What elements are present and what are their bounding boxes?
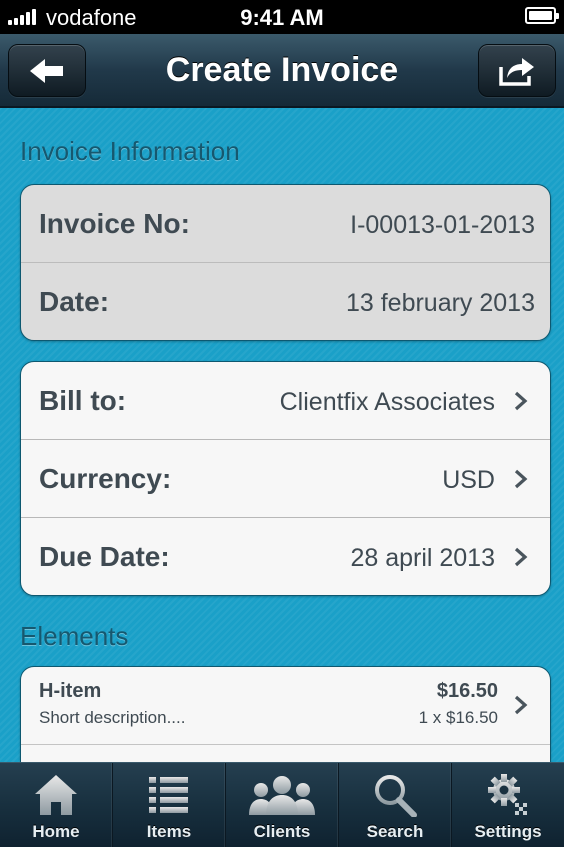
tab-search[interactable]: Search xyxy=(339,763,452,847)
bill-to-row[interactable]: Bill to: Clientfix Associates xyxy=(21,362,550,440)
tab-items[interactable]: Items xyxy=(113,763,226,847)
bill-to-value: Clientfix Associates xyxy=(279,388,495,416)
chevron-right-icon xyxy=(514,469,528,489)
elements-card: H-item Short description.... $16.50 1 x … xyxy=(20,666,551,762)
item-description: Short description.... xyxy=(39,708,186,727)
invoice-details-card: Bill to: Clientfix Associates Currency: … xyxy=(20,361,551,596)
section-title-invoice-information: Invoice Information xyxy=(20,136,240,166)
home-icon xyxy=(35,775,77,815)
tab-label-search: Search xyxy=(366,822,424,841)
status-bar: vodafone 9:41 AM xyxy=(0,0,564,34)
item-amount: $16.50 xyxy=(436,680,498,702)
item-quantity: 1 x $16.50 xyxy=(418,708,498,727)
due-date-label: Due Date: xyxy=(39,541,170,572)
item-title: H-item xyxy=(39,680,102,702)
status-time: 9:41 AM xyxy=(240,5,324,30)
content-area: Invoice Information Invoice No: I-00013-… xyxy=(0,108,564,762)
date-value: 13 february 2013 xyxy=(345,289,535,317)
chevron-right-icon xyxy=(514,547,528,567)
tab-label-settings: Settings xyxy=(474,822,542,841)
navigation-bar: Create Invoice xyxy=(0,34,564,108)
people-icon xyxy=(249,776,315,815)
share-icon xyxy=(499,57,534,86)
section-title-elements: Elements xyxy=(20,621,129,651)
page-title: Create Invoice xyxy=(165,51,399,89)
invoice-number-value: I-00013-01-2013 xyxy=(350,211,535,239)
list-item[interactable]: H-item Short description.... $16.50 1 x … xyxy=(21,667,550,745)
search-icon xyxy=(375,775,417,817)
date-label: Date: xyxy=(39,286,110,317)
chevron-right-icon xyxy=(514,695,528,715)
tab-label-home: Home xyxy=(32,822,80,841)
due-date-value: 28 april 2013 xyxy=(350,544,495,572)
tab-settings[interactable]: Settings xyxy=(452,763,564,847)
chevron-right-icon xyxy=(514,391,528,411)
arrow-left-icon xyxy=(30,58,63,83)
gear-icon xyxy=(488,774,527,815)
tab-label-items: Items xyxy=(146,822,192,841)
currency-row[interactable]: Currency: USD xyxy=(21,440,550,518)
share-button[interactable] xyxy=(478,44,556,97)
currency-value: USD xyxy=(442,466,495,494)
invoice-number-label: Invoice No: xyxy=(39,208,190,239)
back-button[interactable] xyxy=(8,44,86,97)
tab-home[interactable]: Home xyxy=(0,763,113,847)
tab-bar: Home Items Clients Search Settings xyxy=(0,762,564,847)
bill-to-label: Bill to: xyxy=(39,385,127,416)
battery-icon xyxy=(525,7,559,24)
invoice-number-row: Invoice No: I-00013-01-2013 xyxy=(21,185,550,263)
tab-label-clients: Clients xyxy=(253,822,311,841)
list-icon xyxy=(149,777,188,813)
due-date-row[interactable]: Due Date: 28 april 2013 xyxy=(21,518,550,595)
date-row: Date: 13 february 2013 xyxy=(21,263,550,340)
invoice-info-card: Invoice No: I-00013-01-2013 Date: 13 feb… xyxy=(20,184,551,341)
tab-clients[interactable]: Clients xyxy=(226,763,339,847)
currency-label: Currency: xyxy=(39,463,172,494)
